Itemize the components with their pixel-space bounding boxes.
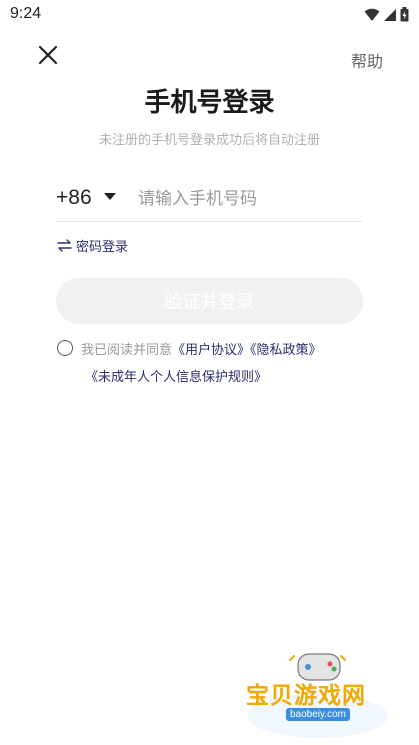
agreement-prefix: 我已阅读并同意: [81, 343, 173, 358]
signal-icon: [384, 8, 396, 21]
password-login-label: 密码登录: [76, 240, 129, 255]
user-agreement-link[interactable]: 《用户协议》: [172, 343, 250, 358]
status-bar: 9:24: [0, 0, 419, 30]
caret-down-icon[interactable]: [104, 193, 116, 200]
close-icon: [38, 45, 58, 65]
agreement-checkbox[interactable]: [57, 340, 73, 356]
agreement-line-2: 《未成年人个人信息保护规则》: [85, 366, 267, 385]
close-button[interactable]: [36, 43, 60, 67]
country-code-selector[interactable]: +86: [56, 186, 92, 210]
status-time: 9:24: [10, 5, 42, 22]
phone-input-row: +86: [56, 178, 362, 222]
minor-protection-link[interactable]: 《未成年人个人信息保护规则》: [85, 370, 267, 385]
page-title: 手机号登录: [144, 88, 275, 118]
password-login-link[interactable]: 密码登录: [57, 236, 128, 255]
page-subtitle: 未注册的手机号登录成功后将自动注册: [98, 133, 320, 148]
watermark-name: 宝贝游戏网: [246, 683, 366, 709]
help-link[interactable]: 帮助: [351, 48, 383, 72]
phone-input[interactable]: [138, 184, 358, 214]
switch-arrows-icon: [57, 239, 72, 252]
battery-icon: [400, 7, 409, 22]
privacy-policy-link[interactable]: 《隐私政策》: [250, 343, 322, 358]
verify-login-button[interactable]: 验证并登录: [56, 278, 363, 324]
agreement-line-1: 我已阅读并同意《用户协议》《隐私政策》: [81, 339, 322, 358]
watermark-logo: 宝贝游戏网 baobeiy.com: [240, 650, 410, 740]
watermark-url: baobeiy.com: [286, 708, 350, 721]
status-icons: [364, 7, 409, 22]
wifi-icon: [364, 8, 380, 21]
